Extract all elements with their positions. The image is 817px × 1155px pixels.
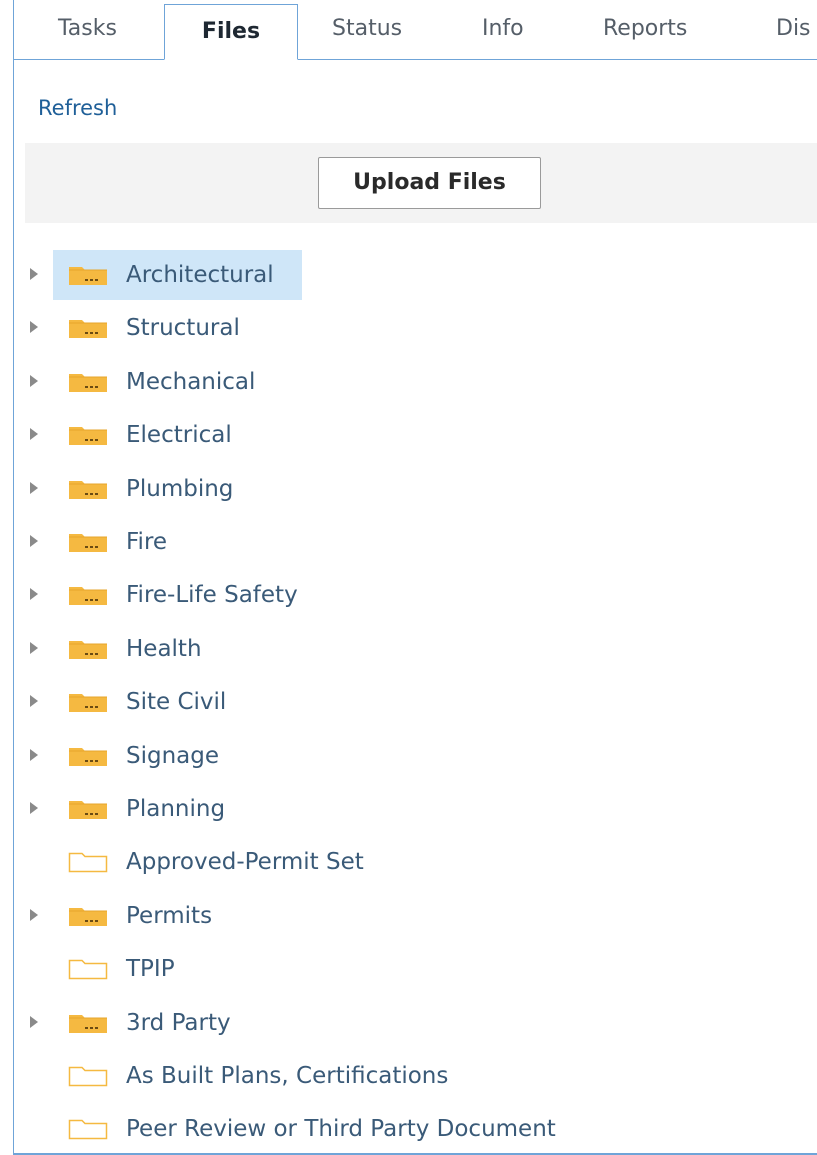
folder-filled-icon [68, 638, 108, 660]
tree-node[interactable]: 3rd Party [53, 998, 259, 1048]
tree-node-label: Site Civil [126, 689, 227, 715]
tree-row: Planning [14, 784, 804, 834]
tree-node[interactable]: Site Civil [53, 677, 254, 727]
tree-row: Site Civil [14, 677, 804, 727]
tree-node[interactable]: Permits [53, 891, 240, 941]
tree-row: Fire [14, 517, 804, 567]
folder-outline-icon [68, 958, 108, 980]
tree-node[interactable]: Fire [53, 517, 195, 567]
folder-outline-icon [68, 1118, 108, 1140]
folder-filled-icon [68, 745, 108, 767]
tree-row: Permits [14, 891, 804, 941]
tree-node-label: Approved-Permit Set [126, 849, 364, 875]
folder-filled-icon [68, 584, 108, 606]
folder-filled-icon [68, 905, 108, 927]
tab-status[interactable]: Status [332, 16, 402, 41]
expand-arrow-icon[interactable] [30, 1016, 38, 1028]
upload-toolbar: Upload Files [25, 143, 817, 223]
expand-arrow-icon[interactable] [30, 909, 38, 921]
tree-row: Electrical [14, 410, 804, 460]
tree-node[interactable]: Peer Review or Third Party Document [53, 1104, 584, 1154]
refresh-link[interactable]: Refresh [38, 96, 117, 120]
expand-arrow-icon[interactable] [30, 375, 38, 387]
tree-node-label: Structural [126, 315, 240, 341]
tree-node[interactable]: As Built Plans, Certifications [53, 1051, 476, 1101]
tab-tasks[interactable]: Tasks [58, 16, 117, 41]
tree-node-label: Fire-Life Safety [126, 582, 298, 608]
tree-node[interactable]: TPIP [53, 944, 203, 994]
tree-row: Approved-Permit Set [14, 837, 804, 887]
tree-node[interactable]: Fire-Life Safety [53, 570, 326, 620]
tree-row: TPIP [14, 944, 804, 994]
tree-row: As Built Plans, Certifications [14, 1051, 804, 1101]
expand-arrow-icon[interactable] [30, 802, 38, 814]
expand-arrow-icon[interactable] [30, 588, 38, 600]
tree-node[interactable]: Plumbing [53, 464, 261, 514]
upload-files-button[interactable]: Upload Files [318, 157, 541, 209]
tab-files[interactable]: Files [164, 4, 298, 60]
tree-row: Plumbing [14, 464, 804, 514]
tree-row: Structural [14, 303, 804, 353]
tree-node-label: Peer Review or Third Party Document [126, 1116, 556, 1142]
tree-node[interactable]: Structural [53, 303, 268, 353]
tree-row: Peer Review or Third Party Document [14, 1104, 804, 1154]
folder-filled-icon [68, 478, 108, 500]
tab-dis[interactable]: Dis [776, 16, 811, 41]
tree-row: 3rd Party [14, 998, 804, 1048]
tree-row: Signage [14, 731, 804, 781]
tab-reports[interactable]: Reports [603, 16, 687, 41]
expand-arrow-icon[interactable] [30, 268, 38, 280]
folder-outline-icon [68, 851, 108, 873]
folder-filled-icon [68, 371, 108, 393]
folder-outline-icon [68, 1065, 108, 1087]
tree-node[interactable]: Planning [53, 784, 253, 834]
folder-filled-icon [68, 264, 108, 286]
folder-filled-icon [68, 691, 108, 713]
tree-node-label: Electrical [126, 422, 232, 448]
files-panel: Tasks Files Status Info Reports Dis Refr… [13, 0, 817, 1155]
tree-node[interactable]: Approved-Permit Set [53, 837, 392, 887]
folder-filled-icon [68, 798, 108, 820]
tree-node-label: Architectural [126, 262, 274, 288]
folder-filled-icon [68, 317, 108, 339]
tree-node-label: Plumbing [126, 476, 234, 502]
tree-node-label: Health [126, 636, 202, 662]
folder-filled-icon [68, 1012, 108, 1034]
tree-node-label: Signage [126, 743, 220, 769]
expand-arrow-icon[interactable] [30, 749, 38, 761]
tree-node-label: Permits [126, 903, 213, 929]
tree-node-label: As Built Plans, Certifications [126, 1063, 449, 1089]
tree-row: Fire-Life Safety [14, 570, 804, 620]
tree-node-label: 3rd Party [126, 1010, 231, 1036]
expand-arrow-icon[interactable] [30, 321, 38, 333]
tree-node[interactable]: Signage [53, 731, 247, 781]
folder-filled-icon [68, 424, 108, 446]
tree-node-label: Fire [126, 529, 168, 555]
expand-arrow-icon[interactable] [30, 535, 38, 547]
tree-row: Mechanical [14, 357, 804, 407]
expand-arrow-icon[interactable] [30, 642, 38, 654]
expand-arrow-icon[interactable] [30, 482, 38, 494]
expand-arrow-icon[interactable] [30, 428, 38, 440]
tree-node-label: Mechanical [126, 369, 256, 395]
tree-node-label: TPIP [126, 956, 175, 982]
tree-node-label: Planning [126, 796, 226, 822]
tree-row: Health [14, 624, 804, 674]
tree-node[interactable]: Health [53, 624, 230, 674]
tab-bar: Tasks Files Status Info Reports Dis [14, 0, 817, 60]
tree-node[interactable]: Architectural [53, 250, 302, 300]
tree-row: Architectural [14, 250, 804, 300]
folder-filled-icon [68, 531, 108, 553]
tree-node[interactable]: Mechanical [53, 357, 283, 407]
tab-bar-divider [14, 59, 817, 60]
tab-info[interactable]: Info [482, 16, 524, 41]
expand-arrow-icon[interactable] [30, 695, 38, 707]
tree-node[interactable]: Electrical [53, 410, 260, 460]
